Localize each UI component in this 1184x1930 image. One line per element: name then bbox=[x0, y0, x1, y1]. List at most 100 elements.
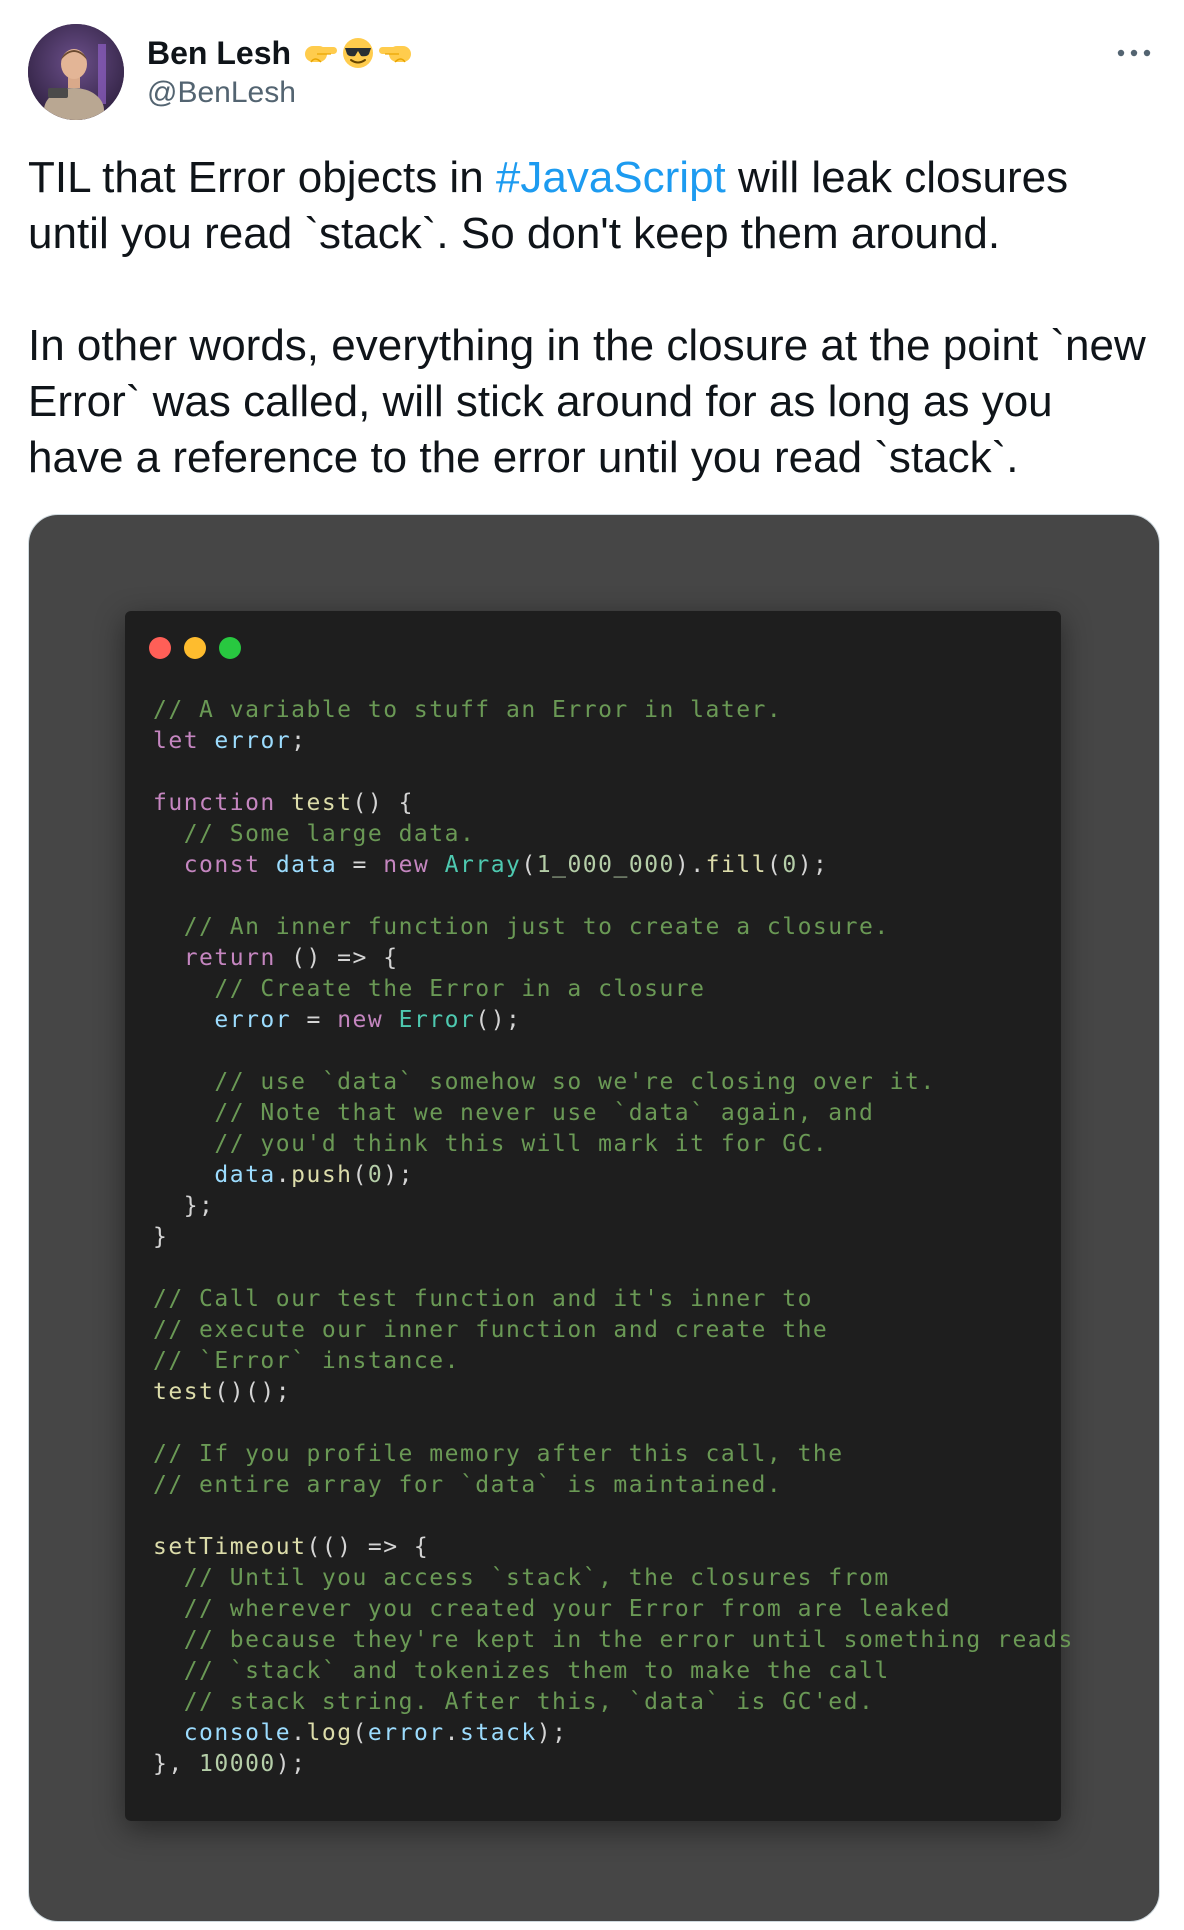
code-token: // Note that we never use `data` again, … bbox=[214, 1100, 875, 1126]
code-token: log bbox=[306, 1720, 353, 1746]
code-token: // Call our test function and it's inner… bbox=[153, 1286, 813, 1312]
code-line: let error; bbox=[153, 726, 1074, 757]
code-line: // Create the Error in a closure bbox=[153, 974, 1074, 1005]
more-options-icon[interactable] bbox=[1112, 38, 1156, 68]
code-line: // Call our test function and it's inner… bbox=[153, 1284, 1074, 1315]
code-token: data bbox=[214, 1162, 276, 1188]
hashtag-link[interactable]: #JavaScript bbox=[496, 153, 726, 202]
code-token: }; bbox=[153, 1193, 215, 1219]
tweet-header: Ben Lesh @BenLesh bbox=[28, 24, 1156, 124]
code-token: error bbox=[214, 728, 292, 754]
code-token: error bbox=[367, 1720, 445, 1746]
code-token: // stack string. After this, `data` is G… bbox=[183, 1689, 875, 1715]
code-block: // A variable to stuff an Error in later… bbox=[153, 695, 1074, 1780]
code-token: 0 bbox=[367, 1162, 384, 1188]
display-name[interactable]: Ben Lesh bbox=[147, 35, 291, 72]
code-window: // A variable to stuff an Error in later… bbox=[125, 611, 1072, 1821]
code-line: // A variable to stuff an Error in later… bbox=[153, 695, 1074, 726]
code-token: // An inner function just to create a cl… bbox=[183, 914, 890, 940]
code-token: test bbox=[153, 1379, 215, 1405]
code-line: // execute our inner function and create… bbox=[153, 1315, 1074, 1346]
code-line: // An inner function just to create a cl… bbox=[153, 912, 1074, 943]
tweet-paragraph-1: TIL that Error objects in #JavaScript wi… bbox=[28, 153, 1069, 258]
code-token: () => { bbox=[275, 945, 399, 971]
code-line: data.push(0); bbox=[153, 1160, 1074, 1191]
code-token: ). bbox=[674, 852, 706, 878]
author-handle[interactable]: @BenLesh bbox=[147, 76, 415, 110]
code-line: console.log(error.stack); bbox=[153, 1718, 1074, 1749]
name-emojis bbox=[301, 36, 415, 70]
code-token: Error bbox=[398, 1007, 476, 1033]
code-token: // you'd think this will mark it for GC. bbox=[214, 1131, 829, 1157]
code-token: // If you profile memory after this call… bbox=[153, 1441, 844, 1467]
avatar[interactable] bbox=[28, 24, 124, 120]
code-line: return () => { bbox=[153, 943, 1074, 974]
code-token: function bbox=[153, 790, 276, 816]
code-token: ); bbox=[797, 852, 829, 878]
code-token: // use `data` somehow so we're closing o… bbox=[214, 1069, 936, 1095]
code-token: 10000 bbox=[199, 1751, 276, 1777]
code-token: console bbox=[183, 1720, 292, 1746]
cool-sunglasses-emoji bbox=[343, 38, 374, 68]
code-token: }, bbox=[153, 1751, 200, 1777]
window-controls bbox=[149, 637, 241, 659]
code-line: // Some large data. bbox=[153, 819, 1074, 850]
code-token: = bbox=[337, 852, 384, 878]
code-token: } bbox=[153, 1224, 169, 1250]
pointing-right-emoji bbox=[305, 46, 338, 63]
code-token: ; bbox=[291, 728, 307, 754]
code-line: // Note that we never use `data` again, … bbox=[153, 1098, 1074, 1129]
code-token: // A variable to stuff an Error in later… bbox=[153, 697, 783, 723]
code-token: // execute our inner function and create… bbox=[153, 1317, 829, 1343]
code-token: ); bbox=[275, 1751, 307, 1777]
maximize-dot-icon bbox=[219, 637, 241, 659]
code-line: // `stack` and tokenizes them to make th… bbox=[153, 1656, 1074, 1687]
code-token: setTimeout bbox=[153, 1534, 307, 1560]
code-token: // Until you access `stack`, the closure… bbox=[183, 1565, 890, 1591]
code-token: Array bbox=[444, 852, 522, 878]
code-line: // entire array for `data` is maintained… bbox=[153, 1470, 1074, 1501]
code-token: const bbox=[183, 852, 261, 878]
code-token: // because they're kept in the error unt… bbox=[183, 1627, 1074, 1653]
code-token: ( bbox=[352, 1720, 368, 1746]
code-token: data bbox=[275, 852, 338, 878]
code-token: ( bbox=[766, 852, 783, 878]
code-line: // wherever you created your Error from … bbox=[153, 1594, 1074, 1625]
code-token: let bbox=[153, 728, 200, 754]
tweet-paragraph-2: In other words, everything in the closur… bbox=[28, 321, 1146, 482]
code-line: // `Error` instance. bbox=[153, 1346, 1074, 1377]
tweet-media-image[interactable]: // A variable to stuff an Error in later… bbox=[28, 514, 1160, 1922]
code-line: error = new Error(); bbox=[153, 1005, 1074, 1036]
code-token: () { bbox=[352, 790, 414, 816]
code-token: . bbox=[291, 1720, 307, 1746]
code-token: return bbox=[183, 945, 276, 971]
code-line: // stack string. After this, `data` is G… bbox=[153, 1687, 1074, 1718]
code-token: // wherever you created your Error from … bbox=[183, 1596, 952, 1622]
code-line: // If you profile memory after this call… bbox=[153, 1439, 1074, 1470]
code-line: const data = new Array(1_000_000).fill(0… bbox=[153, 850, 1074, 881]
tweet-text: TIL that Error objects in #JavaScript wi… bbox=[28, 150, 1156, 486]
code-token: // entire array for `data` is maintained… bbox=[153, 1472, 783, 1498]
code-token: test bbox=[291, 790, 353, 816]
code-line: test()(); bbox=[153, 1377, 1074, 1408]
code-line: // because they're kept in the error unt… bbox=[153, 1625, 1074, 1656]
code-token: error bbox=[214, 1007, 292, 1033]
